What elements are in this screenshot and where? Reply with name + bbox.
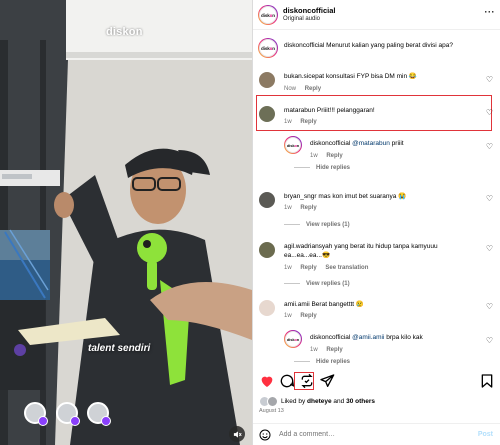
story-ring[interactable]: diskon bbox=[284, 136, 302, 154]
avatar: diskon bbox=[285, 331, 301, 347]
diskon-logo: diskon bbox=[261, 12, 275, 18]
hide-replies-link[interactable]: Hide replies bbox=[294, 165, 350, 171]
speaker-muted-icon[interactable] bbox=[229, 426, 245, 442]
reply-button[interactable]: Reply bbox=[300, 313, 316, 319]
tagged-user-avatar[interactable] bbox=[24, 402, 48, 426]
reply-button[interactable]: Reply bbox=[305, 86, 321, 92]
comment-text: yang berat itu hidup tanpa kamyuuu bbox=[334, 243, 438, 250]
reply-button[interactable]: Reply bbox=[300, 205, 316, 211]
avatar: diskon bbox=[259, 39, 277, 57]
likes-prefix: Liked by bbox=[281, 397, 306, 405]
story-ring[interactable]: diskon bbox=[284, 330, 302, 348]
avatar[interactable] bbox=[259, 242, 275, 258]
comment-time: Now bbox=[284, 86, 297, 92]
avatar: diskon bbox=[259, 6, 277, 24]
avatar bbox=[267, 395, 278, 407]
reply-button[interactable]: Reply bbox=[300, 119, 316, 125]
tag-icon bbox=[101, 416, 111, 426]
comment-time: 1w bbox=[284, 119, 292, 125]
comment-username[interactable]: matarabun bbox=[284, 107, 315, 114]
reply-button[interactable]: Reply bbox=[300, 265, 316, 271]
add-comment-bar: Add a comment… Post bbox=[253, 423, 500, 445]
heart-outline-icon[interactable]: ♡ bbox=[486, 336, 493, 345]
add-comment-input[interactable]: Add a comment… bbox=[279, 431, 335, 438]
story-ring[interactable]: diskon bbox=[258, 38, 278, 58]
audio-label[interactable]: Original audio bbox=[283, 16, 320, 22]
video-frame bbox=[0, 0, 252, 445]
comment-username[interactable]: bukan.sicepat bbox=[284, 73, 324, 80]
tag-icon bbox=[70, 416, 80, 426]
post-panel: diskon diskoncofficial Original audio ··… bbox=[252, 0, 500, 445]
heart-filled-icon[interactable] bbox=[259, 373, 275, 389]
username[interactable]: diskoncofficial bbox=[283, 6, 336, 15]
heart-outline-icon[interactable]: ♡ bbox=[486, 142, 493, 151]
hide-replies-link[interactable]: Hide replies bbox=[294, 359, 350, 365]
comment-time: 1w bbox=[284, 313, 292, 319]
reply-button[interactable]: Reply bbox=[326, 153, 342, 159]
comment-icon[interactable] bbox=[279, 373, 295, 389]
heart-outline-icon[interactable]: ♡ bbox=[486, 75, 493, 84]
liked-by-user[interactable]: dheteye bbox=[307, 398, 332, 405]
comment-username[interactable]: diskoncofficial bbox=[310, 334, 350, 341]
comment-username[interactable]: bryan_sngr bbox=[284, 193, 317, 200]
tag-icon bbox=[38, 416, 48, 426]
likes-and: and bbox=[333, 397, 345, 405]
reel-video[interactable]: diskon talent sendiri bbox=[0, 0, 252, 445]
send-icon[interactable] bbox=[319, 373, 335, 389]
comment-text: ea...ea...ea...😎 bbox=[284, 252, 331, 259]
comment-text: brpa kilo kak bbox=[386, 334, 423, 341]
avatar: diskon bbox=[285, 137, 301, 153]
more-options-icon[interactable]: ··· bbox=[485, 7, 496, 17]
comment-text: mas kon imut bet suaranya 😭 bbox=[318, 193, 407, 200]
heart-outline-icon[interactable]: ♡ bbox=[486, 108, 493, 117]
likes-others-link[interactable]: 30 others bbox=[346, 398, 375, 405]
action-bar bbox=[253, 371, 500, 391]
tagged-user-avatar[interactable] bbox=[56, 402, 80, 426]
story-ring[interactable]: diskon bbox=[258, 5, 278, 25]
likes-summary[interactable]: Liked by dheteye and 30 others bbox=[259, 394, 375, 408]
comment-username[interactable]: amii.amii bbox=[284, 301, 310, 308]
comment-username[interactable]: diskoncofficial bbox=[310, 140, 350, 147]
avatar[interactable] bbox=[259, 72, 275, 88]
tagged-user-avatar[interactable] bbox=[87, 402, 111, 426]
diskon-watermark: diskon bbox=[106, 26, 143, 38]
mention-link[interactable]: @matarabun bbox=[352, 140, 390, 147]
view-replies-link[interactable]: View replies (1) bbox=[284, 222, 350, 228]
comment-text: Priiit!!! pelanggaran! bbox=[316, 107, 375, 114]
comment-username[interactable]: diskoncofficial bbox=[284, 42, 324, 49]
avatar[interactable] bbox=[259, 192, 275, 208]
heart-outline-icon[interactable]: ♡ bbox=[486, 244, 493, 253]
emoji-icon[interactable] bbox=[259, 429, 271, 441]
comment-time: 1w bbox=[284, 265, 292, 271]
bookmark-icon[interactable] bbox=[479, 373, 495, 389]
mention-link[interactable]: @amii.amii bbox=[352, 334, 384, 341]
post-header: diskon diskoncofficial Original audio ··… bbox=[253, 0, 500, 30]
comments-list[interactable]: diskon diskoncofficial Menurut kalian ya… bbox=[253, 30, 500, 367]
post-date[interactable]: August 13 bbox=[259, 408, 284, 414]
comment-time: 1w bbox=[284, 205, 292, 211]
repost-highlight-box bbox=[294, 372, 314, 390]
comment-text: Berat bangetttt 😢 bbox=[311, 301, 365, 308]
comment-time: 1w bbox=[310, 153, 318, 159]
avatar[interactable] bbox=[259, 300, 275, 316]
comment-text: konsultasi FYP bisa DM min 😂 bbox=[325, 73, 417, 80]
heart-outline-icon[interactable]: ♡ bbox=[486, 302, 493, 311]
comment-text: Menurut kalian yang paling berat divisi … bbox=[326, 42, 454, 49]
see-translation-link[interactable]: See translation bbox=[325, 265, 368, 271]
view-replies-link[interactable]: View replies (1) bbox=[284, 281, 350, 287]
comment-username[interactable]: agil.wadriansyah bbox=[284, 243, 332, 250]
post-button[interactable]: Post bbox=[478, 431, 493, 438]
reply-button[interactable]: Reply bbox=[326, 347, 342, 353]
comment-text: priiit bbox=[391, 140, 404, 147]
video-caption: talent sendiri bbox=[88, 343, 151, 354]
comment-time: 1w bbox=[310, 347, 318, 353]
avatar[interactable] bbox=[259, 106, 275, 122]
heart-outline-icon[interactable]: ♡ bbox=[486, 194, 493, 203]
